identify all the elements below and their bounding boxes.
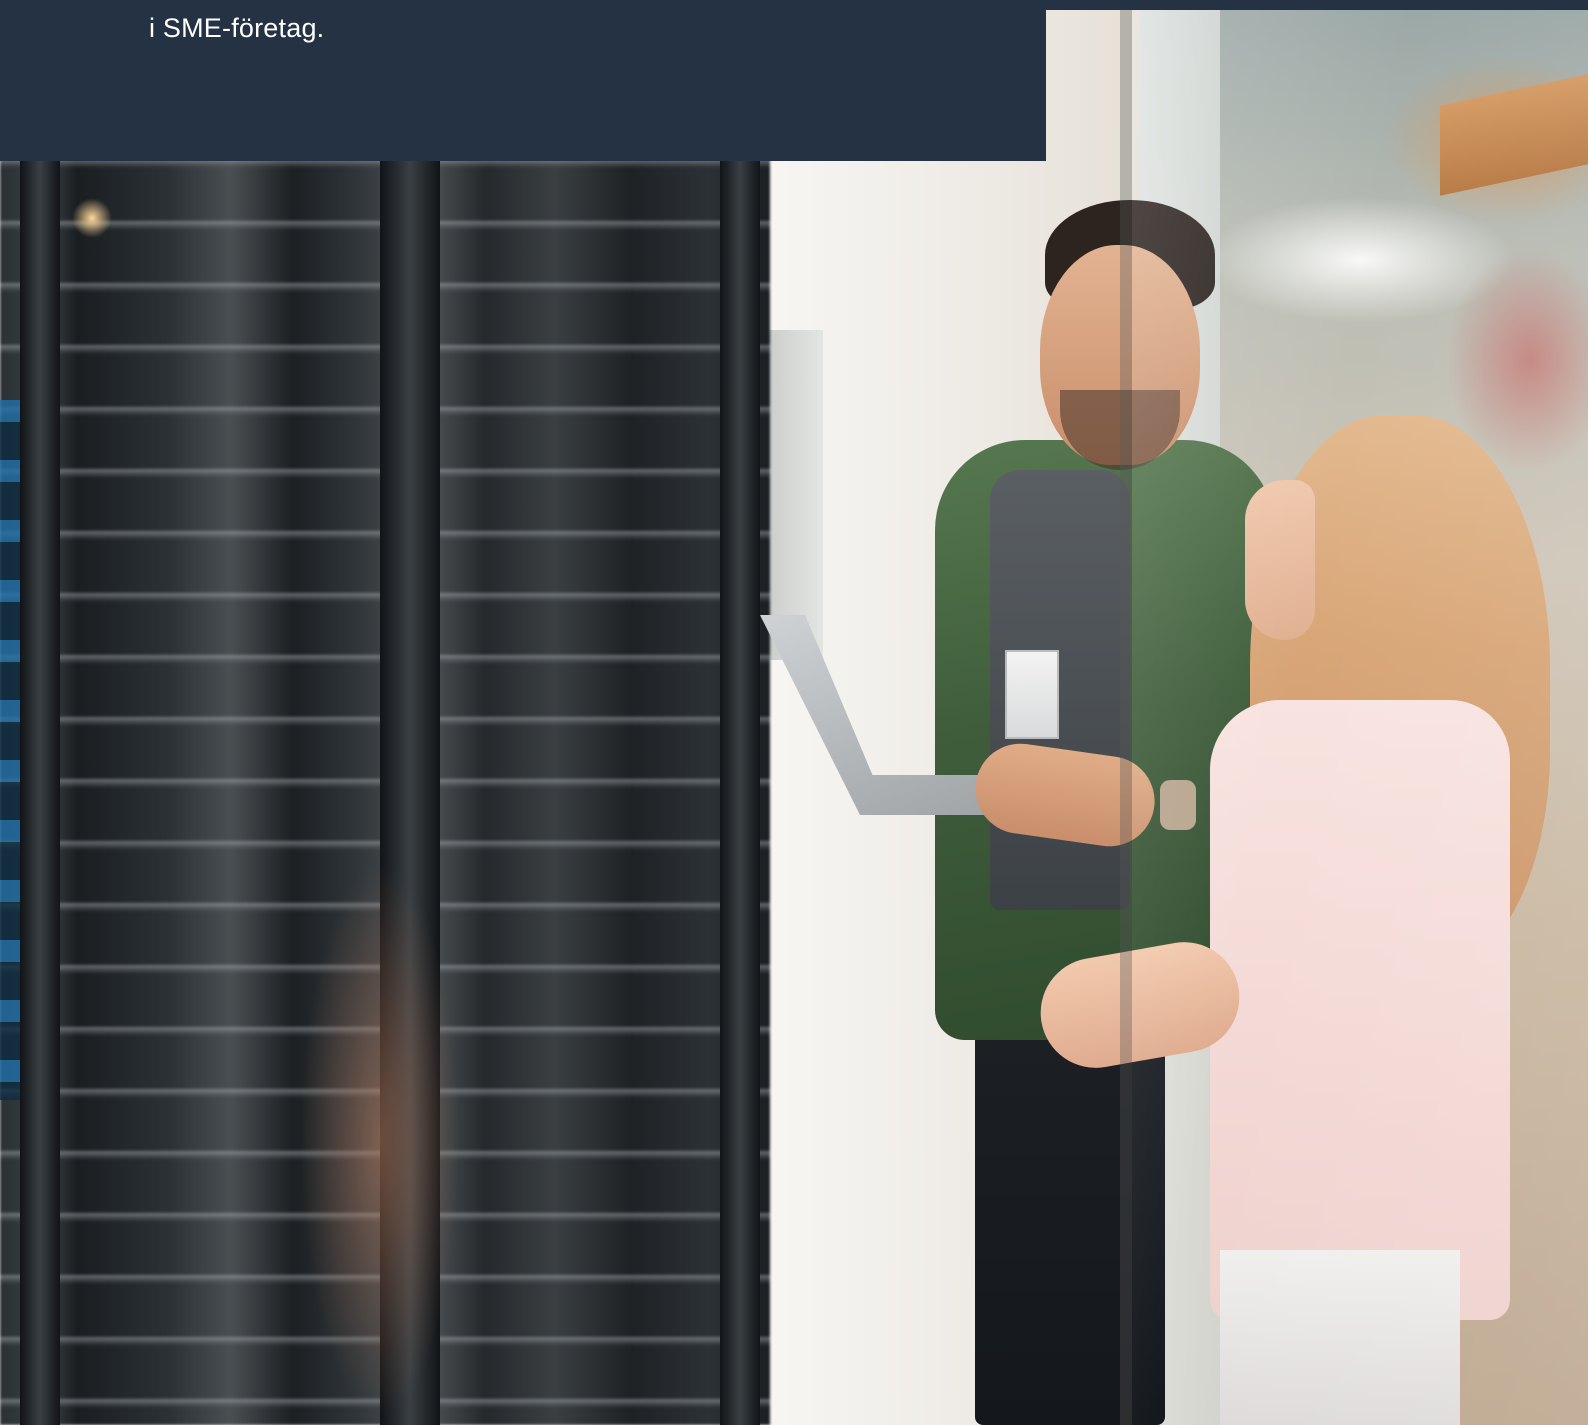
page: i SME-företag. (0, 0, 1588, 1425)
rack-post (720, 0, 760, 1425)
glass-reflection (1132, 0, 1588, 1425)
banner-text: i SME-företag. (149, 13, 325, 43)
rack-blue-leds (0, 400, 20, 1100)
rack-post (20, 0, 60, 1425)
banner-top-strip (1046, 0, 1588, 10)
rack-reflection (300, 860, 460, 1420)
hero-photo (0, 0, 1588, 1425)
glass-door-frame (1120, 0, 1132, 1425)
text-banner: i SME-företag. (0, 0, 1046, 161)
rack-light (72, 198, 112, 238)
id-badge (1005, 650, 1059, 739)
